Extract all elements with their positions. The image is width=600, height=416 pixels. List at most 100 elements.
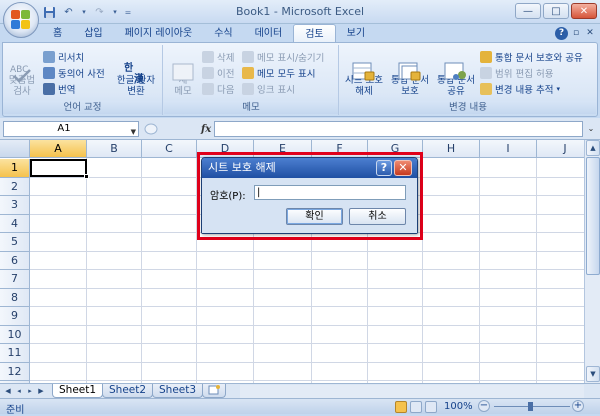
row-header-3[interactable]: 3 <box>0 196 30 215</box>
ok-button[interactable]: 확인 <box>286 208 343 225</box>
hanja-icon: 한漢 <box>122 49 150 85</box>
row-header-7[interactable]: 7 <box>0 270 30 289</box>
zoom-slider-thumb[interactable] <box>528 402 533 411</box>
vertical-scrollbar[interactable]: ▲ ▼ <box>584 140 600 383</box>
column-header-b[interactable]: B <box>87 140 142 158</box>
allow-edit-ranges-button[interactable]: 범위 편집 허용 <box>480 65 595 81</box>
show-hide-comment-button[interactable]: 메모 표시/숨기기 <box>242 49 338 65</box>
formula-splitter-icon[interactable] <box>143 122 159 136</box>
name-box-dropdown-icon[interactable]: ▼ <box>131 125 136 139</box>
column-header-j[interactable]: J <box>537 140 584 158</box>
column-header-c[interactable]: C <box>142 140 197 158</box>
horizontal-scrollbar[interactable] <box>240 385 584 398</box>
research-button[interactable]: 리서치 <box>43 49 113 65</box>
spelling-button[interactable]: ABC 맞춤법 검사 <box>6 49 38 97</box>
undo-icon[interactable]: ↶ <box>61 5 76 20</box>
row-header-10[interactable]: 10 <box>0 325 30 344</box>
dialog-help-icon[interactable]: ? <box>376 160 392 176</box>
protect-workbook-button[interactable]: 통합 문서 보호 <box>388 49 432 97</box>
thesaurus-icon <box>43 67 55 79</box>
status-bar: 준비 100% − + <box>0 398 600 416</box>
first-sheet-icon[interactable]: ◀ <box>3 385 13 397</box>
save-icon[interactable] <box>42 5 57 20</box>
workbook-close-button[interactable]: ✕ <box>584 27 596 39</box>
normal-view-icon[interactable] <box>395 401 407 413</box>
zoom-in-button[interactable]: + <box>572 400 584 412</box>
password-input[interactable]: | <box>254 185 406 200</box>
row-header-5[interactable]: 5 <box>0 233 30 252</box>
next-sheet-icon[interactable]: ▸ <box>25 385 35 397</box>
previous-comment-label: 이전 <box>217 69 235 80</box>
workbook-restore-button[interactable]: ▫ <box>570 27 582 39</box>
close-window-button[interactable]: ✕ <box>571 3 597 19</box>
column-header-a[interactable]: A <box>30 140 87 158</box>
svg-text:한: 한 <box>124 62 134 74</box>
row-header-9[interactable]: 9 <box>0 307 30 326</box>
insert-sheet-icon[interactable] <box>202 384 226 398</box>
expand-formula-bar-icon[interactable]: ⌄ <box>585 121 597 137</box>
page-layout-view-icon[interactable] <box>410 401 422 413</box>
redo-icon[interactable]: ↷ <box>92 5 107 20</box>
tab-insert[interactable]: 삽입 <box>73 24 113 43</box>
group-comments: 새 메모 삭제 이전 다음 메모 표시/숨기기 메모 모두 표시 잉크 표시 메… <box>164 45 339 115</box>
customize-qat-icon[interactable]: = <box>123 5 133 20</box>
spelling-check-icon: ABC <box>8 49 36 83</box>
track-changes-button[interactable]: 변경 내용 추적 ▾ <box>480 81 595 97</box>
last-sheet-icon[interactable]: ▶ <box>36 385 46 397</box>
tab-data[interactable]: 데이터 <box>244 24 294 43</box>
translate-button[interactable]: 번역 <box>43 81 113 97</box>
show-ink-button[interactable]: 잉크 표시 <box>242 81 338 97</box>
show-ink-icon <box>242 83 254 95</box>
sheet-tab-1[interactable]: Sheet1 <box>52 384 104 398</box>
undo-dropdown-icon[interactable]: ▾ <box>80 5 88 20</box>
minimize-button[interactable]: — <box>515 3 541 19</box>
unprotect-sheet-dialog: 시트 보호 해제 ? ✕ 암호(P): | 확인 취소 <box>201 157 418 234</box>
row-header-6[interactable]: 6 <box>0 251 30 270</box>
scroll-up-button[interactable]: ▲ <box>586 140 600 156</box>
protect-share-icon <box>480 51 492 63</box>
sheet-tab-3[interactable]: Sheet3 <box>152 384 204 398</box>
new-comment-button[interactable]: 새 메모 <box>168 49 198 97</box>
protect-share-workbook-button[interactable]: 통합 문서 보호와 공유 <box>480 49 595 65</box>
formula-controls: fx <box>143 121 213 137</box>
show-all-comments-button[interactable]: 메모 모두 표시 <box>242 65 338 81</box>
maximize-button[interactable]: □ <box>543 3 569 19</box>
page-break-view-icon[interactable] <box>425 401 437 413</box>
tab-page-layout[interactable]: 페이지 레이아웃 <box>114 24 204 43</box>
column-header-h[interactable]: H <box>423 140 480 158</box>
row-header-2[interactable]: 2 <box>0 177 30 196</box>
tab-view[interactable]: 보기 <box>336 24 376 43</box>
formula-input[interactable] <box>214 121 583 137</box>
hangul-hanja-button[interactable]: 한漢 한글/한자 변환 <box>113 49 159 97</box>
dialog-close-icon[interactable]: ✕ <box>394 160 412 176</box>
workbook-minimize-button[interactable]: – <box>556 27 568 39</box>
scroll-down-button[interactable]: ▼ <box>586 366 600 382</box>
name-box[interactable]: A1 ▼ <box>3 121 139 137</box>
select-all-corner[interactable] <box>0 140 30 158</box>
cancel-button[interactable]: 취소 <box>349 208 406 225</box>
redo-dropdown-icon[interactable]: ▾ <box>111 5 119 20</box>
insert-function-icon[interactable]: fx <box>201 124 211 135</box>
row-header-4[interactable]: 4 <box>0 214 30 233</box>
column-gridline <box>141 158 142 383</box>
group-proofing-label: 언어 교정 <box>3 101 162 114</box>
fill-handle[interactable] <box>84 174 89 179</box>
office-button[interactable] <box>3 2 39 38</box>
zoom-level[interactable]: 100% <box>444 401 473 412</box>
column-header-i[interactable]: I <box>480 140 537 158</box>
row-header-1[interactable]: 1 <box>0 159 30 178</box>
sheet-tab-2[interactable]: Sheet2 <box>102 384 154 398</box>
tab-formulas[interactable]: 수식 <box>203 24 243 43</box>
vertical-scroll-thumb[interactable] <box>586 157 600 275</box>
tab-home[interactable]: 홈 <box>42 24 73 43</box>
row-header-11[interactable]: 11 <box>0 344 30 363</box>
share-workbook-button[interactable]: 통합 문서 공유 <box>434 49 478 97</box>
zoom-out-button[interactable]: − <box>478 400 490 412</box>
tab-review[interactable]: 검토 <box>293 24 336 43</box>
row-header-12[interactable]: 12 <box>0 362 30 381</box>
unprotect-sheet-button[interactable]: 시트 보호 해제 <box>342 49 386 97</box>
thesaurus-button[interactable]: 동의어 사전 <box>43 65 113 81</box>
row-header-8[interactable]: 8 <box>0 288 30 307</box>
active-cell-a1[interactable] <box>30 159 87 177</box>
prev-sheet-icon[interactable]: ◂ <box>14 385 24 397</box>
